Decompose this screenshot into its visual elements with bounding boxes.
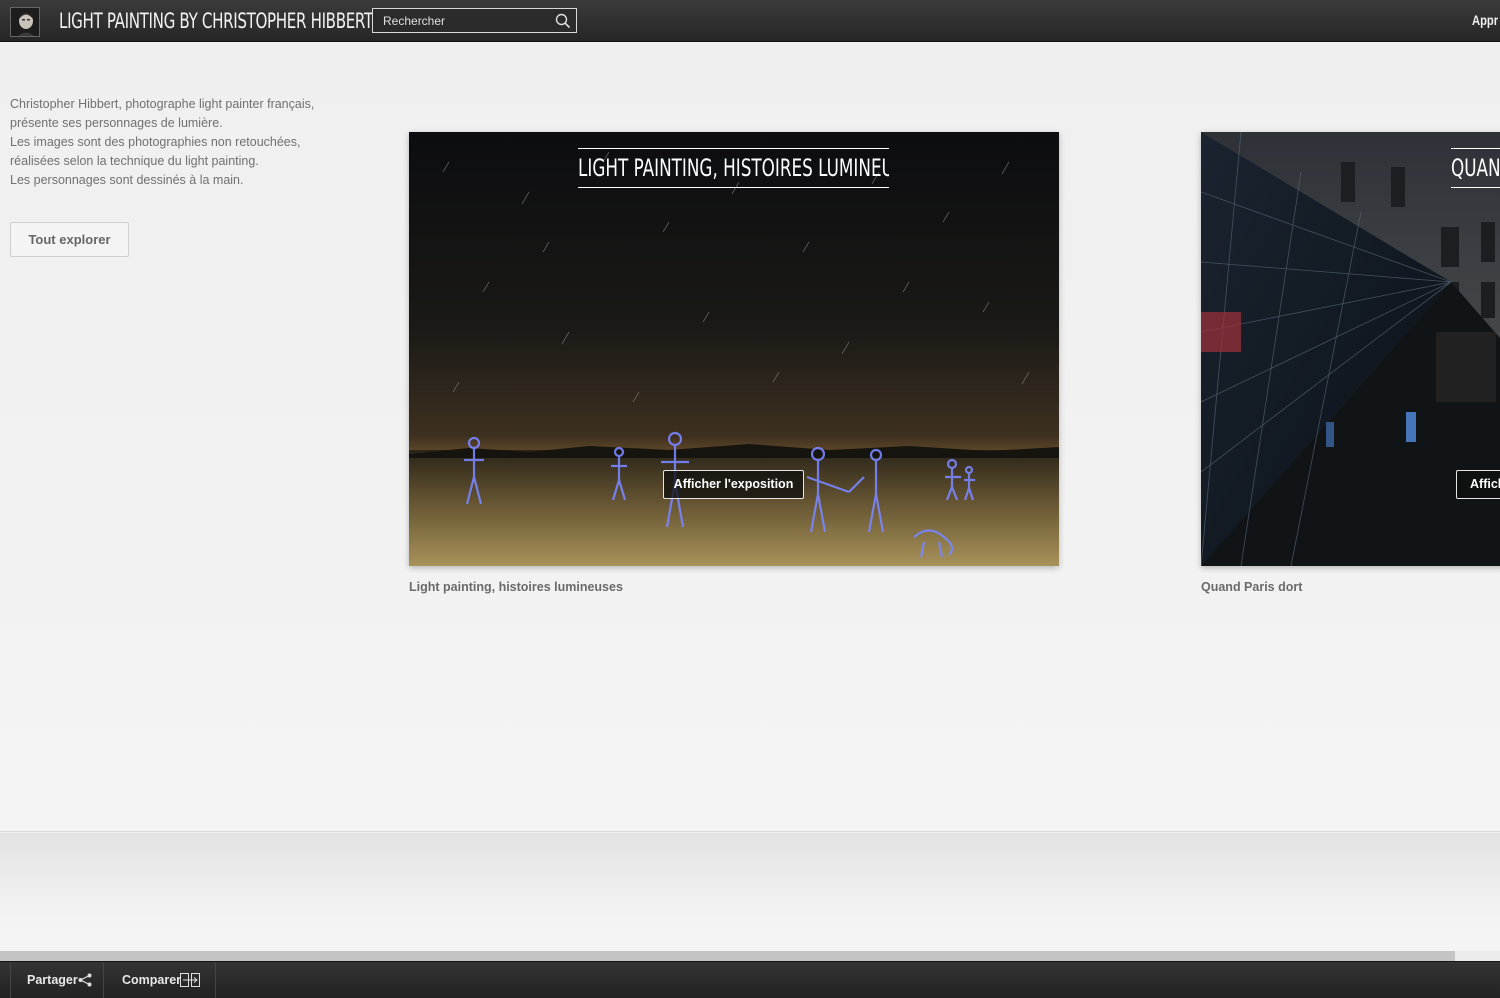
horizontal-scrollbar-thumb[interactable] [0, 951, 1455, 961]
search-input[interactable] [373, 9, 553, 32]
exhibition-caption[interactable]: Quand Paris dort [1201, 580, 1302, 594]
exhibition-image-night-field [409, 132, 1059, 566]
lower-band [0, 833, 1500, 951]
top-right-link[interactable]: Appr [1472, 12, 1498, 28]
top-header: LIGHT PAINTING BY CHRISTOPHER HIBBERT Ap… [0, 0, 1500, 42]
exhibition-heading: LIGHT PAINTING, HISTOIRES LUMINEUSES [578, 148, 889, 188]
share-icon [78, 973, 92, 987]
avatar-portrait-icon [11, 8, 39, 36]
main-content: Christopher Hibbert, photographe light p… [0, 43, 1500, 832]
intro-line: présente ses personnages de lumière. [10, 116, 223, 130]
share-button[interactable]: Partager [10, 962, 104, 998]
intro-line: Les personnages sont dessinés à la main. [10, 173, 244, 187]
search-icon[interactable] [555, 13, 571, 29]
exhibition-heading: QUAND [1451, 148, 1500, 188]
intro-text: Christopher Hibbert, photographe light p… [10, 95, 330, 190]
intro-line: Les images sont des photographies non re… [10, 135, 301, 149]
exhibition-caption[interactable]: Light painting, histoires lumineuses [409, 580, 623, 594]
compare-button[interactable]: Comparer [104, 962, 216, 998]
share-label: Partager [27, 973, 78, 987]
show-exhibition-button[interactable]: Affich [1456, 470, 1500, 499]
intro-line: Christopher Hibbert, photographe light p… [10, 97, 315, 111]
compare-label: Comparer [122, 973, 182, 987]
bottom-toolbar: Partager Comparer [0, 961, 1500, 998]
avatar[interactable] [10, 7, 40, 37]
search-box [372, 8, 577, 33]
exhibition-card-quand-paris-dort[interactable]: QUAND Affich [1201, 132, 1500, 566]
compare-icon [180, 973, 200, 987]
explore-all-button[interactable]: Tout explorer [10, 222, 129, 257]
intro-line: réalisées selon la technique du light pa… [10, 154, 259, 168]
exhibition-card-light-painting[interactable]: LIGHT PAINTING, HISTOIRES LUMINEUSES Aff… [409, 132, 1059, 566]
show-exhibition-button[interactable]: Afficher l'exposition [663, 470, 804, 499]
exhibition-image-louvre-pyramid [1201, 132, 1500, 566]
site-title[interactable]: LIGHT PAINTING BY CHRISTOPHER HIBBERT [59, 8, 373, 34]
